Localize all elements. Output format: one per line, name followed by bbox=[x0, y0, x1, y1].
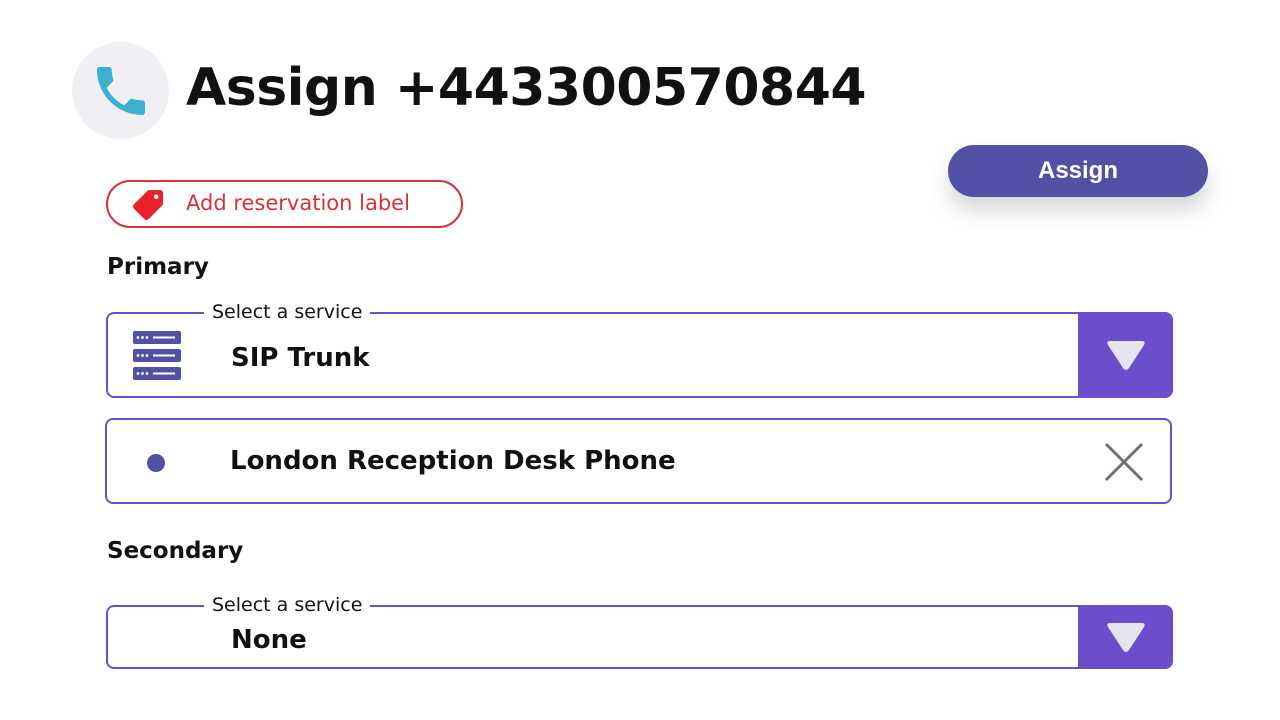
secondary-select-legend: Select a service bbox=[204, 594, 371, 616]
header-avatar bbox=[72, 42, 169, 139]
secondary-dropdown-button[interactable] bbox=[1078, 605, 1173, 669]
secondary-select-value: None bbox=[231, 625, 307, 655]
reservation-label-text: Add reservation label bbox=[186, 191, 410, 215]
selected-service-item: London Reception Desk Phone bbox=[105, 418, 1172, 504]
selected-item-label: London Reception Desk Phone bbox=[230, 446, 676, 476]
chevron-down-icon bbox=[1106, 341, 1145, 370]
primary-select-legend: Select a service bbox=[204, 301, 371, 323]
phone-icon bbox=[96, 66, 145, 115]
primary-dropdown-button[interactable] bbox=[1078, 312, 1173, 398]
primary-service-select[interactable]: Select a service SIP Trunk bbox=[106, 301, 1173, 398]
add-reservation-label-button[interactable]: Add reservation label bbox=[106, 180, 463, 228]
secondary-service-select[interactable]: Select a service None bbox=[106, 594, 1173, 669]
primary-heading: Primary bbox=[107, 254, 209, 280]
close-icon[interactable] bbox=[1104, 442, 1144, 482]
secondary-heading: Secondary bbox=[107, 538, 244, 564]
page-title: Assign +443300570844 bbox=[186, 58, 867, 118]
status-dot bbox=[147, 454, 165, 472]
assign-button[interactable]: Assign bbox=[948, 145, 1208, 197]
primary-select-value: SIP Trunk bbox=[231, 343, 370, 373]
chevron-down-icon bbox=[1106, 623, 1145, 652]
server-icon bbox=[133, 331, 181, 380]
tag-icon bbox=[132, 190, 163, 220]
